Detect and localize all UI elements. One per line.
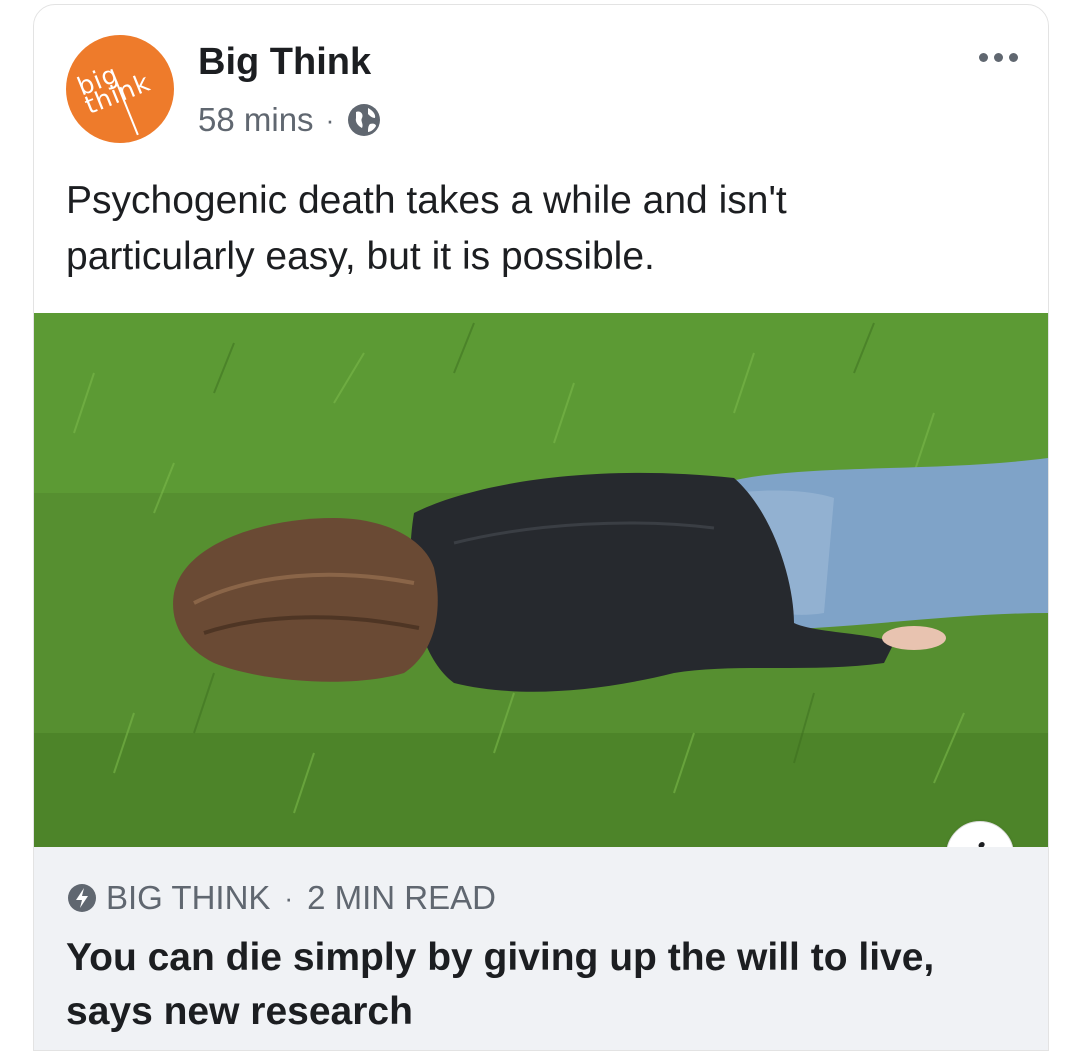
post-text: Psychogenic death takes a while and isn'… <box>66 179 787 278</box>
link-read-time: 2 MIN READ <box>307 879 496 916</box>
globe-icon <box>348 104 381 136</box>
more-dot <box>979 53 988 62</box>
more-dot <box>1009 53 1018 62</box>
meta-separator: · <box>325 104 335 135</box>
post-image-illustration <box>34 313 1048 847</box>
page-name-link[interactable]: Big Think <box>198 41 371 84</box>
link-headline[interactable]: You can die simply by giving up the will… <box>66 931 1016 1039</box>
more-dot <box>994 53 1003 62</box>
link-preview[interactable]: BIG THINK · 2 MIN READ You can die simpl… <box>34 847 1048 1050</box>
bolt-icon <box>68 884 96 912</box>
big-think-logo-icon[interactable]: big think <box>66 35 174 143</box>
post-card: big think Big Think 58 mins · Psychogeni… <box>33 4 1049 1051</box>
link-source: BIG THINK · 2 MIN READ <box>66 879 496 917</box>
link-source-separator: · <box>284 882 294 913</box>
post-meta: 58 mins · <box>198 101 382 139</box>
link-source-name: BIG THINK <box>106 879 271 916</box>
avatar-logo-text: big think <box>73 58 155 120</box>
post-image[interactable] <box>34 313 1048 847</box>
more-options-icon[interactable] <box>979 53 1018 62</box>
post-time[interactable]: 58 mins <box>198 101 314 139</box>
